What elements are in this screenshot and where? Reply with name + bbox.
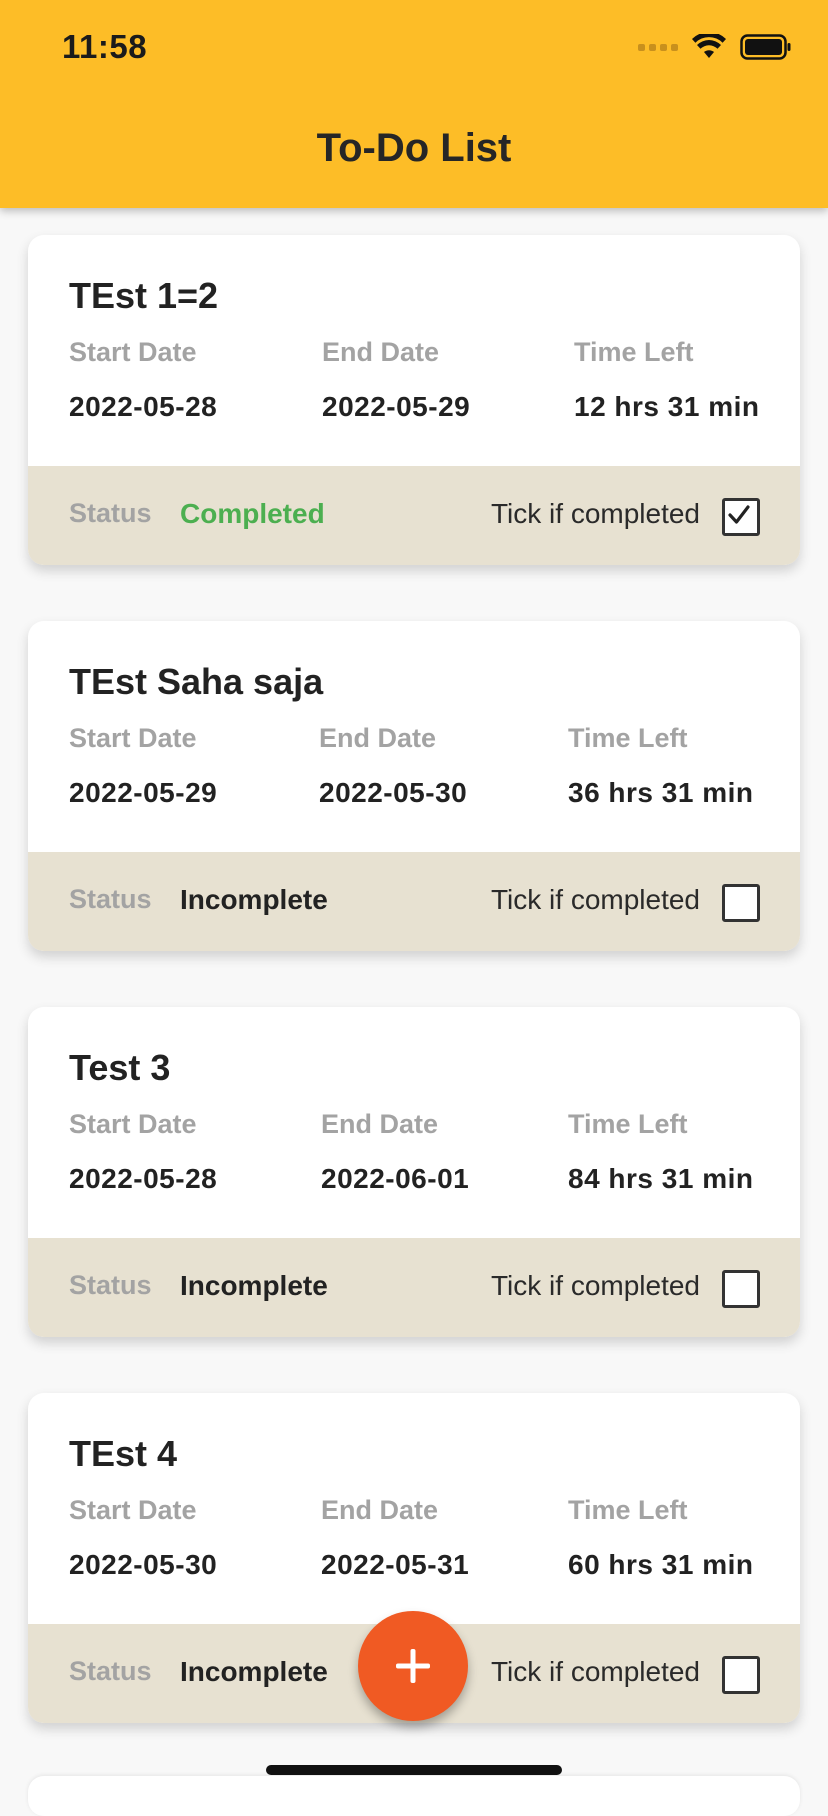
add-task-button[interactable] bbox=[358, 1611, 468, 1721]
time-left-value: 60 hrs 31 min bbox=[568, 1549, 754, 1580]
tick-if-completed-label: Tick if completed bbox=[490, 1656, 700, 1687]
end-date-label: End Date bbox=[322, 337, 440, 367]
completed-checkbox[interactable] bbox=[722, 1270, 760, 1308]
checkmark-icon bbox=[728, 505, 750, 524]
end-date-label: End Date bbox=[321, 1495, 439, 1525]
time-left-label: Time Left bbox=[574, 337, 694, 367]
start-date-value: 2022-05-29 bbox=[69, 777, 218, 808]
status-label: Status bbox=[69, 1656, 152, 1686]
plus-icon bbox=[396, 1649, 430, 1683]
task-title: TEst 1=2 bbox=[69, 275, 219, 316]
time-left-label: Time Left bbox=[568, 1109, 688, 1139]
app-bar: 11:58 To-Do List bbox=[0, 0, 828, 208]
time-left-label: Time Left bbox=[568, 723, 688, 753]
start-date-value: 2022-05-30 bbox=[69, 1549, 218, 1580]
tick-if-completed-label: Tick if completed bbox=[490, 498, 700, 529]
end-date-label: End Date bbox=[319, 723, 437, 753]
time-left-value: 12 hrs 31 min bbox=[574, 391, 760, 422]
start-date-label: Start Date bbox=[69, 1109, 197, 1139]
task-status-bar: Status Incomplete Tick if completed bbox=[28, 1238, 800, 1337]
status-icons bbox=[638, 34, 792, 60]
time-left-value: 36 hrs 31 min bbox=[568, 777, 754, 808]
start-date-value: 2022-05-28 bbox=[69, 391, 218, 422]
task-card: TEst 1=2 Start Date End Date Time Left 2… bbox=[28, 235, 800, 565]
end-date-value: 2022-05-30 bbox=[319, 777, 468, 808]
time-left-value: 84 hrs 31 min bbox=[568, 1163, 754, 1194]
status-value: Completed bbox=[180, 498, 325, 529]
start-date-value: 2022-05-28 bbox=[69, 1163, 218, 1194]
task-status-bar: Status Incomplete Tick if completed bbox=[28, 852, 800, 951]
status-value: Incomplete bbox=[180, 1656, 328, 1687]
end-date-label: End Date bbox=[321, 1109, 439, 1139]
completed-checkbox[interactable] bbox=[722, 884, 760, 922]
tick-if-completed-label: Tick if completed bbox=[490, 1270, 700, 1301]
wifi-icon bbox=[692, 34, 726, 58]
completed-checkbox[interactable] bbox=[722, 498, 760, 536]
task-status-bar: Status Completed Tick if completed bbox=[28, 466, 800, 565]
completed-checkbox[interactable] bbox=[722, 1656, 760, 1694]
tick-if-completed-label: Tick if completed bbox=[490, 884, 700, 915]
start-date-label: Start Date bbox=[69, 337, 197, 367]
status-value: Incomplete bbox=[180, 1270, 328, 1301]
status-time: 11:58 bbox=[62, 28, 148, 65]
task-title: TEst Saha saja bbox=[69, 661, 324, 702]
home-indicator[interactable] bbox=[266, 1765, 562, 1775]
task-card: Test 3 Start Date End Date Time Left 202… bbox=[28, 1007, 800, 1337]
status-label: Status bbox=[69, 498, 152, 528]
battery-icon bbox=[740, 34, 791, 60]
task-title: TEst 4 bbox=[69, 1433, 178, 1474]
page-title: To-Do List bbox=[316, 126, 512, 170]
end-date-value: 2022-05-31 bbox=[321, 1549, 470, 1580]
status-label: Status bbox=[69, 884, 152, 914]
task-title: Test 3 bbox=[69, 1047, 171, 1088]
signal-icon bbox=[638, 43, 678, 51]
task-card: TEst Saha saja Start Date End Date Time … bbox=[28, 621, 800, 951]
end-date-value: 2022-06-01 bbox=[321, 1163, 470, 1194]
end-date-value: 2022-05-29 bbox=[322, 391, 471, 422]
start-date-label: Start Date bbox=[69, 1495, 197, 1525]
status-value: Incomplete bbox=[180, 884, 328, 915]
time-left-label: Time Left bbox=[568, 1495, 688, 1525]
start-date-label: Start Date bbox=[69, 723, 197, 753]
status-label: Status bbox=[69, 1270, 152, 1300]
task-card-partial bbox=[28, 1776, 800, 1816]
